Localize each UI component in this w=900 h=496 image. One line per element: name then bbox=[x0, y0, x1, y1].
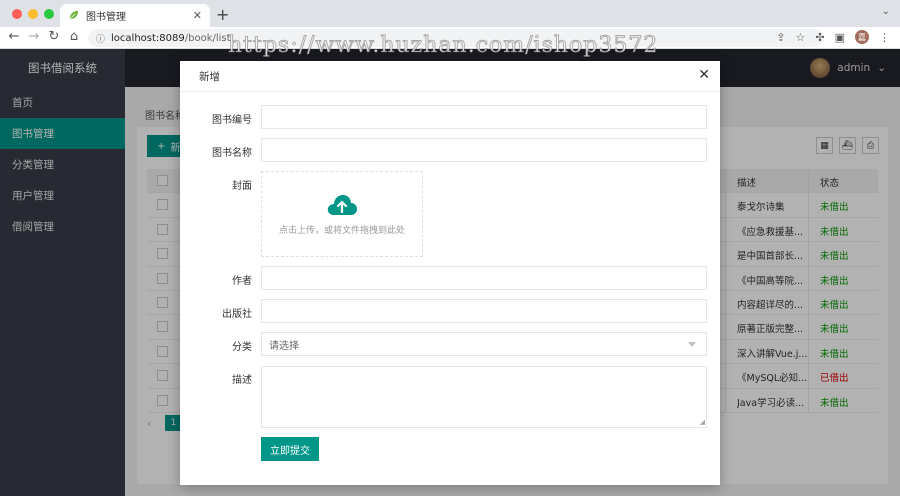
watermark-text: https://www.huzhan.com/ishop3572 bbox=[227, 33, 659, 59]
book-name-input[interactable] bbox=[261, 138, 707, 162]
book-name-label: 图书名称 bbox=[212, 148, 252, 159]
back-arrow-icon[interactable]: ← bbox=[6, 29, 22, 44]
dropdown-arrow-icon bbox=[688, 342, 696, 347]
publisher-input[interactable] bbox=[261, 299, 707, 323]
share-icon[interactable]: ⇪ bbox=[776, 31, 785, 44]
upload-hint: 点击上传，或将文件拖拽到此处 bbox=[278, 225, 405, 236]
tab-title: 图书管理 bbox=[86, 12, 126, 23]
book-number-label: 图书编号 bbox=[212, 115, 252, 126]
reload-icon[interactable]: ↻ bbox=[46, 29, 62, 44]
add-book-dialog: 新增 ✕ 图书编号 图书名称 封面 点击上传，或将文件拖拽到此处 作者 出版社 … bbox=[180, 61, 720, 485]
browser-toolbar-icons: ⇪ ☆ ✣ ▣ 嘉 ⋮ bbox=[776, 30, 890, 44]
tab-close-icon[interactable]: ✕ bbox=[193, 9, 202, 22]
cloud-upload-icon bbox=[327, 194, 357, 215]
category-placeholder: 请选择 bbox=[269, 340, 299, 352]
description-label: 描述 bbox=[232, 375, 252, 386]
dialog-title-bar: 新增 ✕ bbox=[180, 61, 720, 92]
tab-list-chevron-icon[interactable]: ⌄ bbox=[882, 6, 890, 17]
info-icon[interactable]: ⓘ bbox=[96, 32, 105, 45]
new-tab-icon[interactable]: + bbox=[216, 5, 229, 24]
maximize-window-button[interactable] bbox=[44, 9, 54, 19]
publisher-label: 出版社 bbox=[222, 309, 252, 320]
bookmark-star-icon[interactable]: ☆ bbox=[796, 31, 806, 44]
minimize-window-button[interactable] bbox=[28, 9, 38, 19]
close-window-button[interactable] bbox=[12, 9, 22, 19]
book-number-input[interactable] bbox=[261, 105, 707, 129]
browser-tab[interactable]: 图书管理 ✕ bbox=[60, 4, 210, 27]
leaf-icon bbox=[69, 10, 79, 20]
window-controls bbox=[12, 9, 54, 19]
profile-avatar[interactable]: 嘉 bbox=[855, 30, 869, 44]
author-label: 作者 bbox=[232, 276, 252, 287]
category-label: 分类 bbox=[232, 342, 252, 353]
home-icon[interactable]: ⌂ bbox=[66, 29, 82, 44]
resize-handle-icon[interactable]: ◢ bbox=[700, 418, 705, 426]
close-icon[interactable]: ✕ bbox=[698, 67, 710, 83]
author-input[interactable] bbox=[261, 266, 707, 290]
url-path: /book/list bbox=[184, 32, 231, 44]
description-textarea[interactable]: ◢ bbox=[261, 366, 707, 428]
forward-arrow-icon[interactable]: → bbox=[26, 29, 42, 44]
extensions-icon[interactable]: ✣ bbox=[815, 31, 824, 44]
dialog-title: 新增 bbox=[199, 70, 220, 83]
browser-tab-bar: 图书管理 ✕ + ⌄ bbox=[0, 0, 900, 27]
browser-menu-icon[interactable]: ⋮ bbox=[879, 31, 890, 44]
url-host: localhost:8089 bbox=[111, 32, 185, 44]
submit-button[interactable]: 立即提交 bbox=[261, 437, 319, 461]
cover-label: 封面 bbox=[232, 181, 252, 192]
category-select[interactable]: 请选择 bbox=[261, 332, 707, 356]
cover-upload-area[interactable]: 点击上传，或将文件拖拽到此处 bbox=[261, 171, 423, 257]
sidebar-panel-icon[interactable]: ▣ bbox=[835, 31, 845, 44]
